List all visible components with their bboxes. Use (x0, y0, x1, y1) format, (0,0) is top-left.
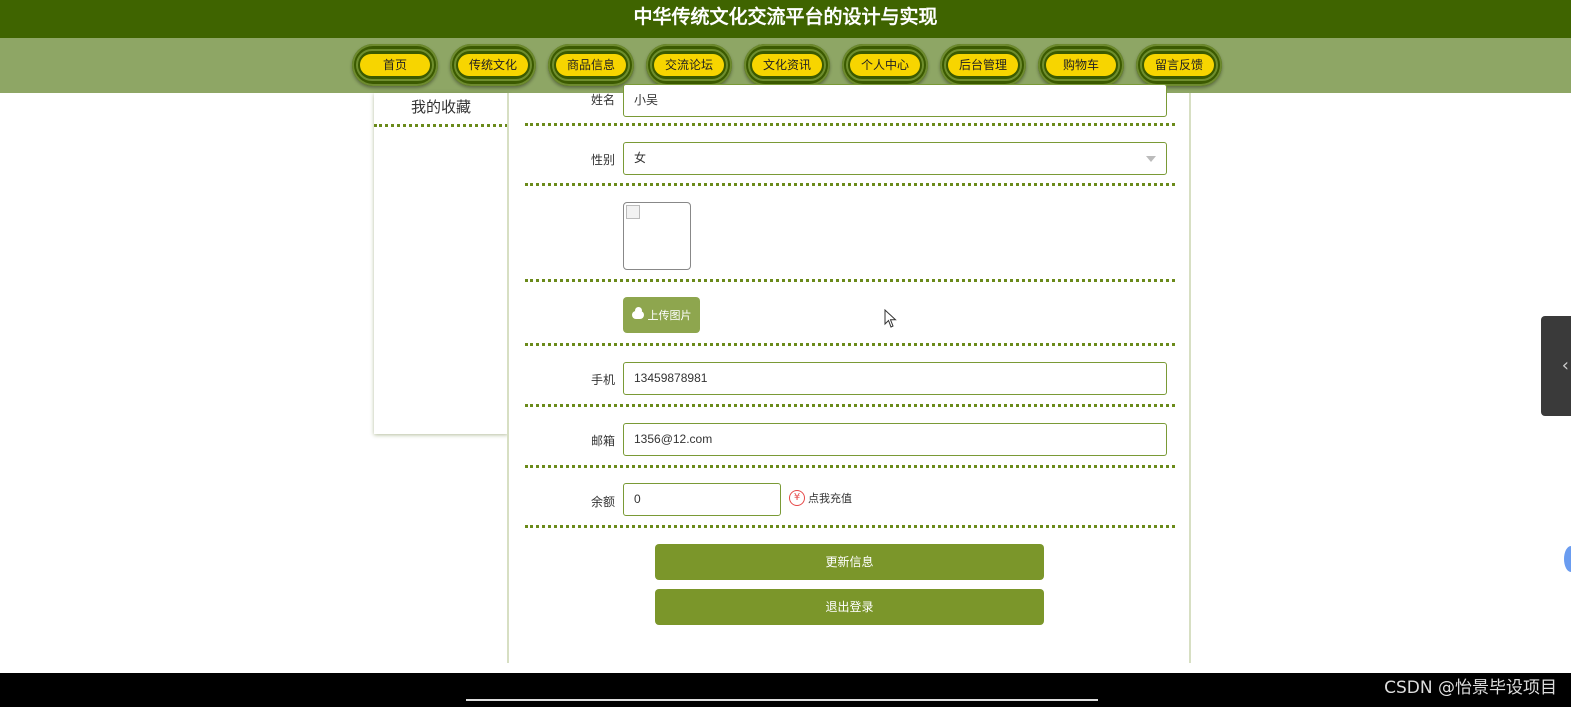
nav-item-label: 交流论坛 (654, 54, 724, 76)
profile-form: 姓名 小吴 性别 女 上传图片 手机 13459878981 邮箱 1356@1… (507, 84, 1191, 663)
yen-icon: ¥ (789, 490, 805, 506)
chevron-left-icon: ‹ (1561, 355, 1569, 376)
gender-select-value: 女 (634, 151, 647, 165)
gender-select[interactable]: 女 (623, 142, 1167, 175)
balance-label: 余额 (590, 495, 615, 509)
nav-item-label: 留言反馈 (1144, 54, 1214, 76)
mouse-cursor-icon (884, 309, 897, 328)
sidebar-item-favorites[interactable]: 我的收藏 (374, 93, 508, 127)
form-row-gender: 性别 女 (525, 126, 1175, 186)
cloud-upload-icon (631, 307, 644, 319)
site-title: 中华传统文化交流平台的设计与实现 (633, 6, 938, 28)
nav-item-admin[interactable]: 后台管理 (940, 44, 1026, 86)
form-row-name: 姓名 小吴 (525, 81, 1175, 126)
header-bar: 中华传统文化交流平台的设计与实现 (0, 0, 1571, 38)
nav-item-label: 个人中心 (850, 54, 920, 76)
nav-item-feedback[interactable]: 留言反馈 (1136, 44, 1222, 86)
gender-label: 性别 (590, 153, 615, 167)
nav-item-personal-center[interactable]: 个人中心 (842, 44, 928, 86)
nav-item-home[interactable]: 首页 (352, 44, 438, 86)
form-row-phone: 手机 13459878981 (525, 346, 1175, 407)
nav-item-label: 传统文化 (458, 54, 528, 76)
upload-image-button[interactable]: 上传图片 (623, 297, 700, 333)
upload-image-label: 上传图片 (647, 309, 692, 322)
phone-input[interactable]: 13459878981 (623, 362, 1167, 395)
form-row-upload: 上传图片 (525, 282, 1175, 346)
recharge-link[interactable]: ¥ 点我充值 (789, 490, 852, 506)
balance-input: 0 (623, 483, 781, 516)
phone-label: 手机 (590, 373, 615, 387)
sidebar: 我的收藏 (374, 93, 508, 434)
recharge-label: 点我充值 (808, 492, 852, 505)
form-row-email: 邮箱 1356@12.com (525, 407, 1175, 468)
form-row-balance: 余额 0 ¥ 点我充值 (525, 468, 1175, 528)
update-info-button[interactable]: 更新信息 (655, 544, 1044, 580)
name-label: 姓名 (590, 93, 615, 107)
nav-item-forum[interactable]: 交流论坛 (646, 44, 732, 86)
main-nav: 首页 传统文化 商品信息 交流论坛 文化资讯 个人中心 后台管理 购物车 留言反… (352, 44, 1222, 86)
avatar-image (623, 202, 691, 270)
email-label: 邮箱 (590, 434, 615, 448)
nav-item-products[interactable]: 商品信息 (548, 44, 634, 86)
nav-item-news[interactable]: 文化资讯 (744, 44, 830, 86)
floating-helper-icon[interactable] (1564, 546, 1571, 572)
nav-item-label: 文化资讯 (752, 54, 822, 76)
chevron-down-icon (1146, 156, 1156, 162)
logout-button[interactable]: 退出登录 (655, 589, 1044, 625)
nav-item-label: 购物车 (1046, 54, 1116, 76)
nav-item-traditional-culture[interactable]: 传统文化 (450, 44, 536, 86)
nav-item-cart[interactable]: 购物车 (1038, 44, 1124, 86)
watermark-text: CSDN @怡景毕设项目 (1384, 678, 1557, 698)
nav-item-label: 商品信息 (556, 54, 626, 76)
progress-line (466, 699, 1098, 701)
broken-image-icon (626, 205, 640, 219)
email-input[interactable]: 1356@12.com (623, 423, 1167, 456)
name-input[interactable]: 小吴 (623, 84, 1167, 117)
nav-item-label: 首页 (360, 54, 430, 76)
bottom-bar: CSDN @怡景毕设项目 (0, 673, 1571, 707)
nav-item-label: 后台管理 (948, 54, 1018, 76)
form-row-avatar (525, 186, 1175, 282)
side-collapse-tab[interactable]: ‹ (1541, 316, 1571, 416)
